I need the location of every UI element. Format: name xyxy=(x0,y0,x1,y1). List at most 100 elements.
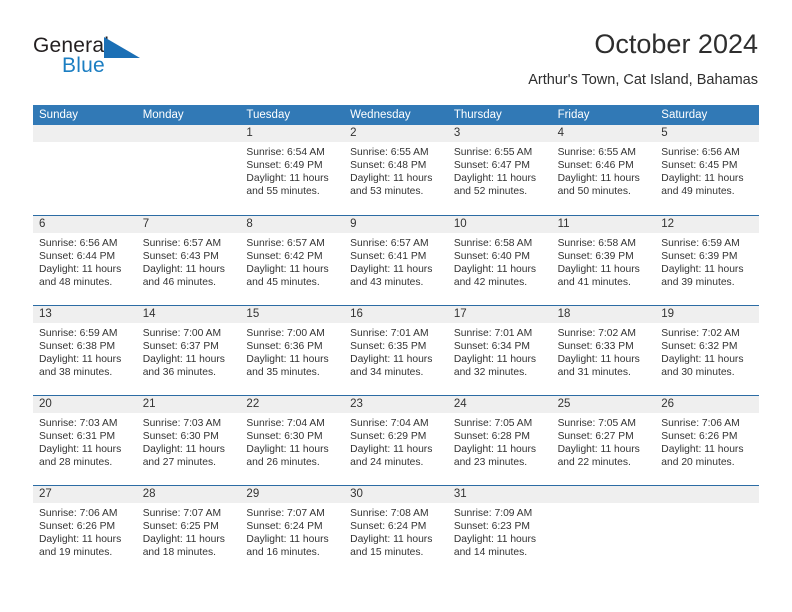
calendar-day-cell[interactable]: 21 Sunrise: 7:03 AM Sunset: 6:30 PM Dayligh… xyxy=(136,396,241,485)
calendar-day-cell[interactable]: 6 Sunrise: 6:56 AM Sunset: 6:44 PM Daylight… xyxy=(33,216,137,305)
calendar-day-cell[interactable]: 23 Sunrise: 7:04 AM Sunset: 6:29 PM Dayligh… xyxy=(344,396,448,485)
calendar-day-cell[interactable]: 1 Sunrise: 6:54 AM Sunset: 6:49 PM Daylight… xyxy=(240,125,345,215)
calendar-day-cell[interactable]: 10 Sunrise: 6:58 AM Sunset: 6:40 PM Dayligh… xyxy=(447,216,552,305)
day-details: Sunrise: 6:55 AM Sunset: 6:48 PM Daylight:… xyxy=(344,142,448,198)
sunset-text: Sunset: 6:31 PM xyxy=(39,431,116,443)
daylight-text-line1: Daylight: 11 hours xyxy=(246,354,329,366)
sunset-text: Sunset: 6:33 PM xyxy=(557,341,634,353)
day-number: 7 xyxy=(136,216,241,233)
calendar-day-cell[interactable]: 27 Sunrise: 7:06 AM Sunset: 6:26 PM Dayligh… xyxy=(33,486,137,575)
calendar-day-cell[interactable]: 16 Sunrise: 7:01 AM Sunset: 6:35 PM Dayligh… xyxy=(344,306,448,395)
daylight-text-line2: and 14 minutes. xyxy=(453,547,528,559)
sunset-text: Sunset: 6:32 PM xyxy=(661,341,738,353)
sunrise-text: Sunrise: 7:00 AM xyxy=(246,328,325,339)
weekday-header-row: Sunday Monday Tuesday Wednesday Thursday… xyxy=(33,105,759,125)
sunset-text: Sunset: 6:34 PM xyxy=(453,341,530,353)
calendar-day-cell-empty xyxy=(551,486,656,575)
daylight-text-line2: and 52 minutes. xyxy=(453,186,528,198)
calendar-day-cell[interactable]: 30 Sunrise: 7:08 AM Sunset: 6:24 PM Dayligh… xyxy=(344,486,448,575)
sunset-text: Sunset: 6:46 PM xyxy=(557,160,634,172)
calendar-day-cell[interactable]: 18 Sunrise: 7:02 AM Sunset: 6:33 PM Dayligh… xyxy=(551,306,656,395)
day-details xyxy=(137,142,241,146)
daylight-text-line1: Daylight: 11 hours xyxy=(246,173,329,185)
calendar-day-cell[interactable]: 3 Sunrise: 6:55 AM Sunset: 6:47 PM Daylight… xyxy=(447,125,552,215)
sunset-text: Sunset: 6:49 PM xyxy=(246,160,323,172)
calendar-day-cell[interactable]: 4 Sunrise: 6:55 AM Sunset: 6:46 PM Daylight… xyxy=(551,125,656,215)
sunset-text: Sunset: 6:43 PM xyxy=(142,251,219,263)
sunrise-text: Sunrise: 7:05 AM xyxy=(453,418,533,429)
weekday-header-friday: Friday xyxy=(557,109,590,121)
day-number: 17 xyxy=(447,306,552,323)
sunrise-text: Sunrise: 7:02 AM xyxy=(557,328,636,339)
calendar-day-cell[interactable]: 5 Sunrise: 6:56 AM Sunset: 6:45 PM Daylight… xyxy=(655,125,759,215)
calendar-day-cell[interactable]: 31 Sunrise: 7:09 AM Sunset: 6:23 PM Dayligh… xyxy=(447,486,552,575)
flag-triangle-icon xyxy=(104,37,140,58)
calendar-day-cell[interactable]: 14 Sunrise: 7:00 AM Sunset: 6:37 PM Dayligh… xyxy=(136,306,241,395)
day-details: Sunrise: 6:54 AM Sunset: 6:49 PM Daylight:… xyxy=(240,142,344,198)
calendar-day-cell[interactable]: 25 Sunrise: 7:05 AM Sunset: 6:27 PM Dayligh… xyxy=(551,396,656,485)
day-details: Sunrise: 7:02 AM Sunset: 6:32 PM Daylight:… xyxy=(655,323,759,379)
day-number: 6 xyxy=(33,216,137,233)
sunrise-text: Sunrise: 7:08 AM xyxy=(350,508,429,519)
sunrise-text: Sunrise: 7:02 AM xyxy=(661,328,740,339)
daylight-text-line1: Daylight: 11 hours xyxy=(557,354,640,366)
calendar-day-cell[interactable]: 22 Sunrise: 7:04 AM Sunset: 6:30 PM Dayligh… xyxy=(240,396,345,485)
calendar-day-cell[interactable]: 11 Sunrise: 6:58 AM Sunset: 6:39 PM Dayligh… xyxy=(551,216,656,305)
sunrise-text: Sunrise: 6:55 AM xyxy=(453,147,533,158)
day-number: 15 xyxy=(240,306,345,323)
calendar-day-cell[interactable]: 13 Sunrise: 6:59 AM Sunset: 6:38 PM Dayligh… xyxy=(33,306,137,395)
daylight-text-line1: Daylight: 11 hours xyxy=(350,173,433,185)
day-details: Sunrise: 7:05 AM Sunset: 6:28 PM Daylight:… xyxy=(448,413,552,469)
sunrise-text: Sunrise: 7:09 AM xyxy=(453,508,533,519)
calendar-week-row: 13 Sunrise: 6:59 AM Sunset: 6:38 PM Dayligh… xyxy=(33,305,759,395)
day-details: Sunrise: 7:06 AM Sunset: 6:26 PM Daylight:… xyxy=(655,413,759,469)
sunset-text: Sunset: 6:41 PM xyxy=(350,251,427,263)
sunrise-text: Sunrise: 7:03 AM xyxy=(142,418,222,429)
day-details xyxy=(33,142,137,146)
calendar-day-cell[interactable]: 7 Sunrise: 6:57 AM Sunset: 6:43 PM Daylight… xyxy=(136,216,241,305)
sunset-text: Sunset: 6:45 PM xyxy=(661,160,738,172)
sunrise-text: Sunrise: 6:59 AM xyxy=(661,238,740,249)
day-number: 11 xyxy=(551,216,656,233)
sunset-text: Sunset: 6:40 PM xyxy=(453,251,530,263)
calendar-day-cell[interactable]: 17 Sunrise: 7:01 AM Sunset: 6:34 PM Dayligh… xyxy=(447,306,552,395)
sunrise-text: Sunrise: 6:58 AM xyxy=(557,238,636,249)
daylight-text-line1: Daylight: 11 hours xyxy=(661,264,744,276)
sunrise-text: Sunrise: 7:00 AM xyxy=(142,328,222,339)
calendar-day-cell-empty xyxy=(136,125,241,215)
calendar-day-cell[interactable]: 29 Sunrise: 7:07 AM Sunset: 6:24 PM Dayligh… xyxy=(240,486,345,575)
calendar-day-cell[interactable]: 2 Sunrise: 6:55 AM Sunset: 6:48 PM Daylight… xyxy=(344,125,448,215)
day-number: 10 xyxy=(447,216,552,233)
calendar-day-cell[interactable]: 8 Sunrise: 6:57 AM Sunset: 6:42 PM Daylight… xyxy=(240,216,345,305)
calendar-day-cell[interactable]: 24 Sunrise: 7:05 AM Sunset: 6:28 PM Dayligh… xyxy=(447,396,552,485)
calendar-day-cell[interactable]: 28 Sunrise: 7:07 AM Sunset: 6:25 PM Dayligh… xyxy=(136,486,241,575)
day-number: 9 xyxy=(344,216,448,233)
sunrise-text: Sunrise: 7:06 AM xyxy=(661,418,740,429)
daylight-text-line1: Daylight: 11 hours xyxy=(350,354,433,366)
day-number: 24 xyxy=(447,396,552,413)
calendar-day-cell[interactable]: 26 Sunrise: 7:06 AM Sunset: 6:26 PM Dayligh… xyxy=(655,396,759,485)
daylight-text-line1: Daylight: 11 hours xyxy=(453,534,537,546)
day-details: Sunrise: 7:03 AM Sunset: 6:30 PM Daylight:… xyxy=(137,413,241,469)
calendar-week-row: 20 Sunrise: 7:03 AM Sunset: 6:31 PM Dayligh… xyxy=(33,395,759,485)
calendar-week-row: 27 Sunrise: 7:06 AM Sunset: 6:26 PM Dayligh… xyxy=(33,485,759,575)
daylight-text-line2: and 20 minutes. xyxy=(661,457,735,469)
daylight-text-line1: Daylight: 11 hours xyxy=(142,534,225,546)
weekday-header-thursday: Thursday xyxy=(453,109,502,121)
day-number: 13 xyxy=(33,306,137,323)
calendar-day-cell[interactable]: 20 Sunrise: 7:03 AM Sunset: 6:31 PM Dayligh… xyxy=(33,396,137,485)
calendar-day-cell[interactable]: 15 Sunrise: 7:00 AM Sunset: 6:36 PM Dayligh… xyxy=(240,306,345,395)
day-number: 2 xyxy=(344,125,448,142)
daylight-text-line2: and 38 minutes. xyxy=(39,367,113,379)
sunset-text: Sunset: 6:26 PM xyxy=(661,431,738,443)
daylight-text-line2: and 34 minutes. xyxy=(350,367,424,379)
day-number: 19 xyxy=(655,306,759,323)
daylight-text-line1: Daylight: 11 hours xyxy=(453,173,537,185)
calendar-day-cell[interactable]: 12 Sunrise: 6:59 AM Sunset: 6:39 PM Dayligh… xyxy=(655,216,759,305)
calendar-day-cell[interactable]: 19 Sunrise: 7:02 AM Sunset: 6:32 PM Dayligh… xyxy=(655,306,759,395)
daylight-text-line2: and 26 minutes. xyxy=(246,457,320,469)
calendar-day-cell[interactable]: 9 Sunrise: 6:57 AM Sunset: 6:41 PM Daylight… xyxy=(344,216,448,305)
sunrise-text: Sunrise: 6:57 AM xyxy=(142,238,222,249)
sunset-text: Sunset: 6:36 PM xyxy=(246,341,323,353)
daylight-text-line2: and 36 minutes. xyxy=(142,367,216,379)
